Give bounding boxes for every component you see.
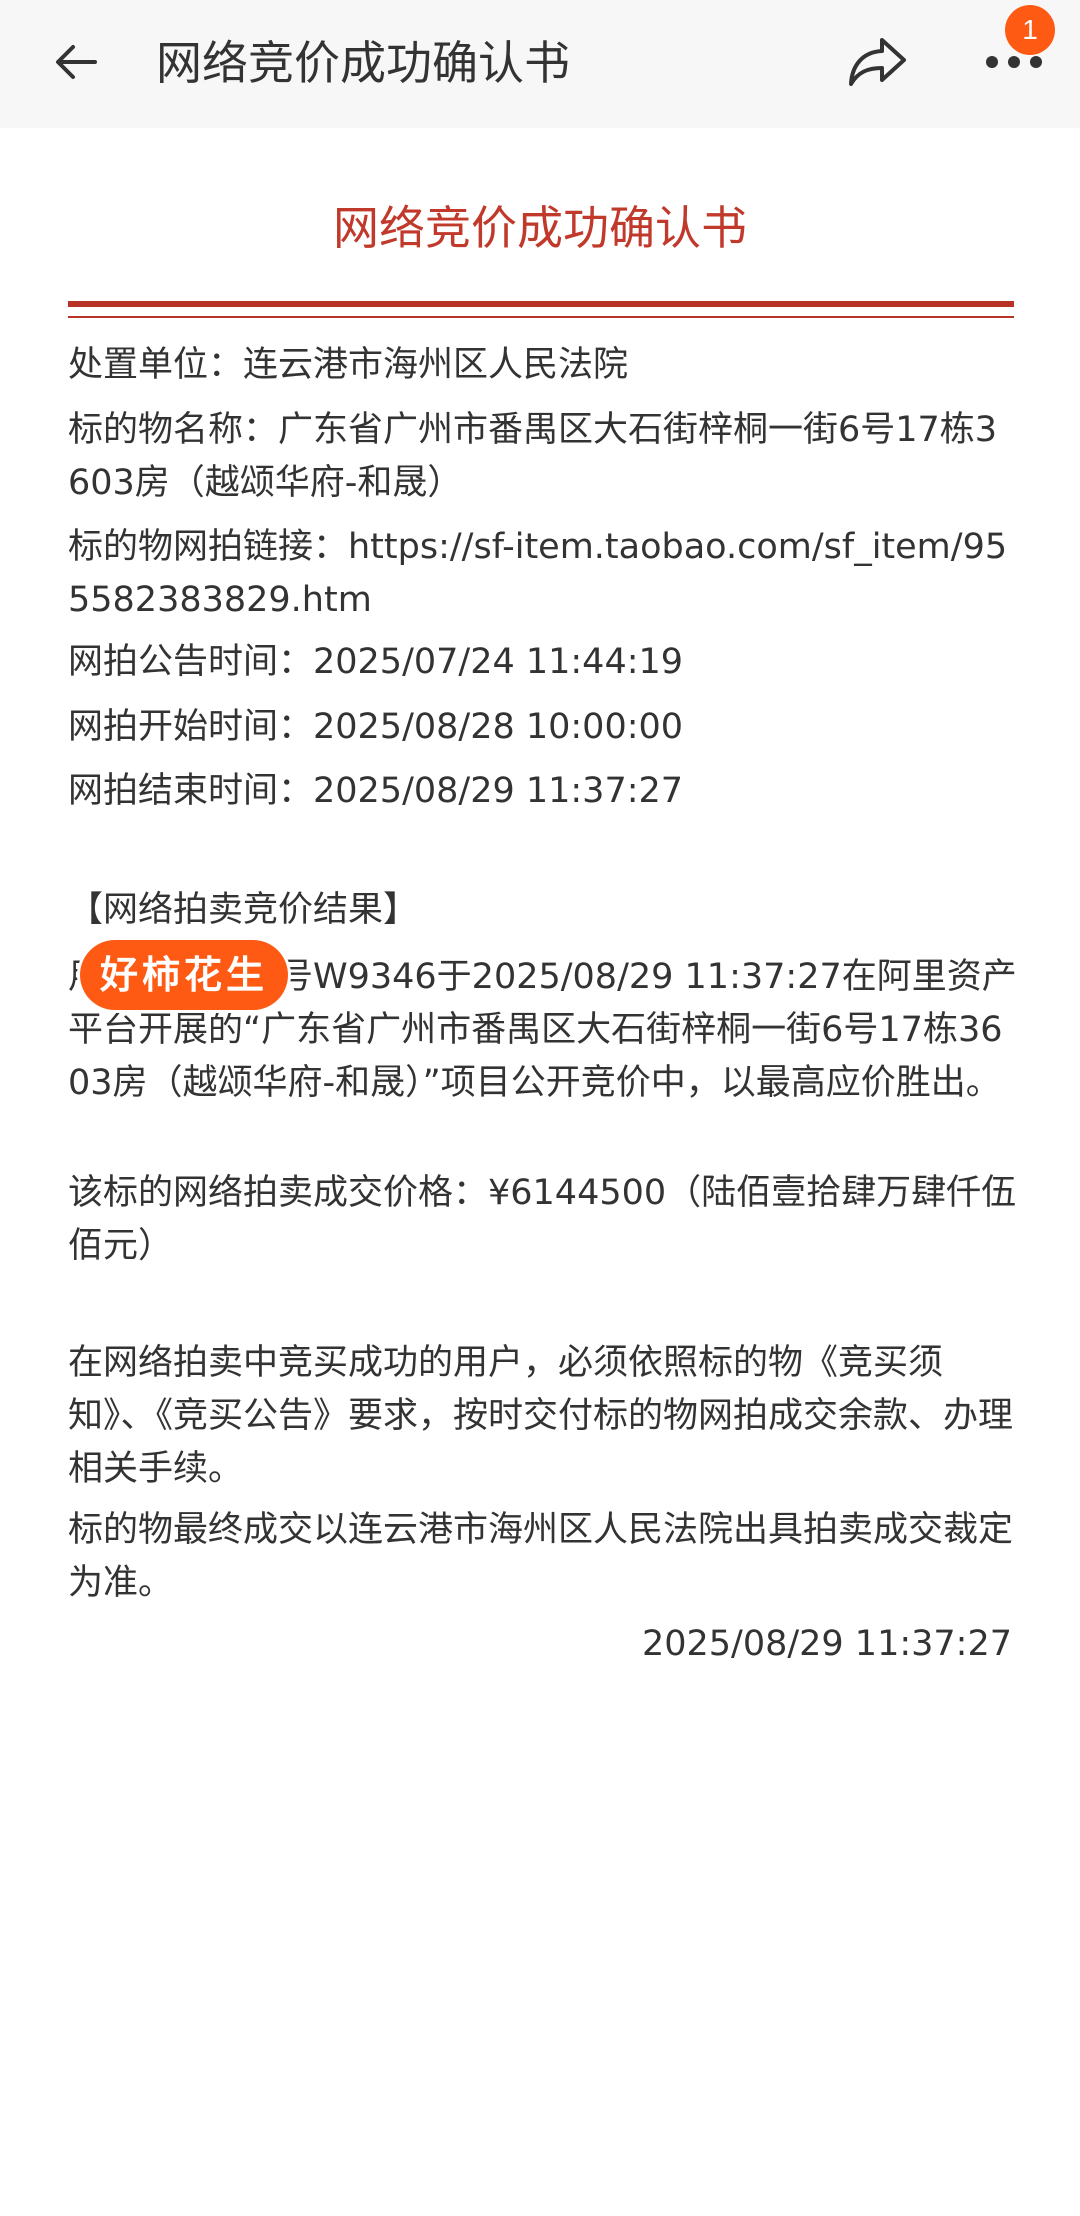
end-time: 网拍结束时间：2025/08/29 11:37:27 <box>68 771 684 811</box>
notice-paragraph-1: 在网络拍卖中竞买成功的用户，必须依照标的物《竞买须知》、《竞买公告》要求，按时交… <box>68 1343 1014 1489</box>
more-dots-icon <box>984 52 1044 76</box>
watermark-sticker: 好柿花生 <box>80 940 289 1010</box>
disposal-unit: 处置单位：连云港市海州区人民法院 <box>68 345 629 385</box>
notification-badge: 1 <box>1005 5 1055 55</box>
result-heading: 【网络拍卖竞价结果】 <box>68 890 419 930</box>
document-title: 网络竞价成功确认书 <box>333 201 747 255</box>
share-icon <box>846 34 910 94</box>
back-button[interactable] <box>40 28 112 100</box>
back-arrow-icon <box>51 37 101 91</box>
announce-time: 网拍公告时间：2025/07/24 11:44:19 <box>68 642 684 682</box>
nav-title: 网络竞价成功确认书 <box>156 36 570 90</box>
title-divider-thin <box>68 316 1014 318</box>
top-navigation-bar: 网络竞价成功确认书 1 <box>0 0 1080 128</box>
notice-paragraph-2: 标的物最终成交以连云港市海州区人民法院出具拍卖成交裁定为准。 <box>68 1510 1014 1603</box>
signed-time: 2025/08/29 11:37:27 <box>641 1624 1012 1664</box>
share-button[interactable] <box>842 28 914 100</box>
object-link[interactable]: 标的物网拍链接：https://sf-item.taobao.com/sf_it… <box>68 521 1018 627</box>
start-time: 网拍开始时间：2025/08/28 10:00:00 <box>68 707 684 747</box>
deal-price: 该标的网络拍卖成交价格：¥6144500（陆佰壹拾肆万肆仟伍佰元） <box>68 1173 1017 1266</box>
title-divider-thick <box>68 301 1014 307</box>
object-name: 标的物名称：广东省广州市番禺区大石街梓桐一街6号17栋3603房（越颂华府-和晟… <box>68 410 998 503</box>
